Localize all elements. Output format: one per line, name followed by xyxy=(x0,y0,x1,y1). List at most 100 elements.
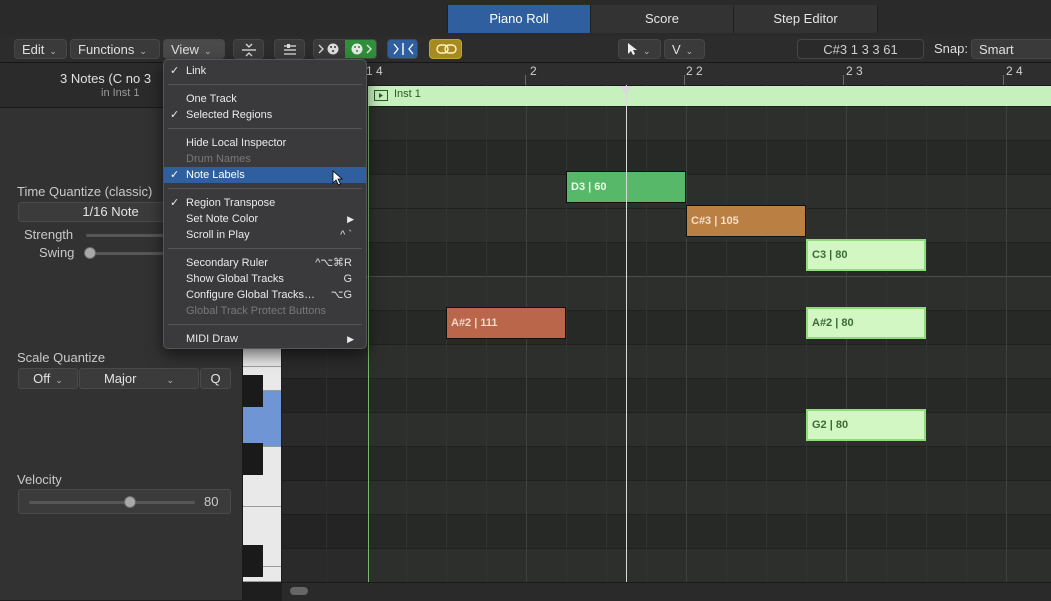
menu-item-link[interactable]: ✓ Link xyxy=(164,63,366,79)
functions-menu-button[interactable]: Functions ⌄ xyxy=(70,39,160,59)
note-a-sharp-2-111[interactable]: A#2 | 111 xyxy=(446,307,566,339)
local-inspector-button[interactable] xyxy=(274,39,305,59)
menu-shortcut: ^⌥⌘R xyxy=(315,257,352,269)
submenu-arrow-icon: ▶ xyxy=(347,214,354,224)
menu-item-selected-regions[interactable]: ✓ Selected Regions xyxy=(164,107,366,123)
bar-ruler[interactable]: 1 4 2 2 2 2 3 2 4 xyxy=(282,63,1051,86)
snap-select[interactable]: Smart xyxy=(971,39,1051,59)
scrollbar-thumb[interactable] xyxy=(290,587,308,595)
menu-item-scroll-in-play[interactable]: Scroll in Play ^ ` xyxy=(164,227,366,243)
right-click-tool-button[interactable]: V ⌄ xyxy=(664,39,705,59)
black-key[interactable] xyxy=(243,375,263,407)
time-quantize-label: Time Quantize (classic) xyxy=(17,184,153,199)
menu-item-drum-names: Drum Names xyxy=(164,151,366,167)
collapse-button[interactable] xyxy=(233,39,264,59)
menu-item-global-track-protect-buttons: Global Track Protect Buttons xyxy=(164,303,366,319)
strength-slider[interactable] xyxy=(86,234,166,237)
midi-in-icon xyxy=(314,40,345,58)
view-menu-button[interactable]: View ⌄ xyxy=(163,39,225,59)
menu-item-secondary-ruler[interactable]: Secondary Ruler ^⌥⌘R xyxy=(164,255,366,271)
chevron-down-icon: ⌄ xyxy=(166,375,175,385)
snap-label: Snap: xyxy=(934,41,968,56)
swing-slider[interactable] xyxy=(86,252,166,255)
tab-score[interactable]: Score xyxy=(590,5,734,33)
menu-item-label: Selected Regions xyxy=(186,109,273,121)
left-click-tool-button[interactable]: ⌄ xyxy=(618,39,661,59)
link-icon xyxy=(436,44,457,54)
playhead[interactable] xyxy=(626,85,627,582)
midi-region-body[interactable] xyxy=(368,106,1051,582)
menu-separator xyxy=(168,248,362,249)
selection-title: 3 Notes (C no 3 xyxy=(60,71,152,86)
menu-separator xyxy=(168,188,362,189)
strength-label: Strength xyxy=(24,227,74,242)
scale-quantize-off-select[interactable]: Off ⌄ xyxy=(18,368,78,389)
checkmark-icon: ✓ xyxy=(170,197,180,209)
black-key[interactable] xyxy=(243,443,263,475)
menu-item-label: Global Track Protect Buttons xyxy=(186,305,327,317)
chevron-down-icon: ⌄ xyxy=(49,46,57,56)
menu-item-region-transpose[interactable]: ✓ Region Transpose xyxy=(164,195,366,211)
scale-quantize-q-button[interactable]: Q xyxy=(200,368,231,389)
ruler-tick xyxy=(843,75,844,85)
menu-item-configure-global-tracks[interactable]: Configure Global Tracks… ⌥G xyxy=(164,287,366,303)
velocity-label: Velocity xyxy=(17,472,62,487)
catch-playhead-icon xyxy=(393,43,414,55)
menu-shortcut: ^ ` xyxy=(340,229,352,241)
menu-item-label: Scroll in Play xyxy=(186,229,250,241)
ruler-label: 2 2 xyxy=(686,64,703,78)
midi-region-header[interactable]: Inst 1 xyxy=(368,86,1051,106)
note-c3[interactable]: C3 | 80 xyxy=(806,239,926,271)
tab-step-editor[interactable]: Step Editor xyxy=(733,5,878,33)
piano-roll-grid[interactable]: 1 4 2 2 2 2 3 2 4 Inst 1 D3 | 60 C#3 | 1… xyxy=(282,63,1051,582)
menu-item-show-global-tracks[interactable]: Show Global Tracks G xyxy=(164,271,366,287)
menu-item-midi-draw[interactable]: MIDI Draw ▶ xyxy=(164,331,366,347)
edit-menu-label: Edit xyxy=(22,42,45,57)
velocity-slider-knob[interactable] xyxy=(124,496,136,508)
menu-shortcut: ⌥G xyxy=(330,289,352,301)
selection-subtitle: in Inst 1 xyxy=(101,87,140,99)
horizontal-scrollbar[interactable] xyxy=(282,582,1051,601)
scale-select[interactable]: Major ⌄ xyxy=(79,368,199,389)
velocity-slider[interactable] xyxy=(29,501,195,504)
chevron-down-icon: ⌄ xyxy=(139,46,147,56)
swing-slider-knob[interactable] xyxy=(84,247,96,259)
ruler-tick xyxy=(684,75,685,85)
ruler-tick xyxy=(525,75,526,85)
checkmark-icon: ✓ xyxy=(170,109,180,121)
menu-item-label: MIDI Draw xyxy=(186,333,238,345)
menu-item-label: Configure Global Tracks… xyxy=(186,289,315,301)
region-play-icon xyxy=(374,90,388,101)
view-menu: ✓ Link One Track ✓ Selected Regions Hide L… xyxy=(163,59,367,349)
tab-piano-roll[interactable]: Piano Roll xyxy=(447,5,591,33)
ruler-label: 2 4 xyxy=(1006,64,1023,78)
link-button[interactable] xyxy=(429,39,462,59)
chevron-down-icon: ⌄ xyxy=(55,375,63,385)
scale-quantize-label: Scale Quantize xyxy=(17,350,106,365)
black-key[interactable] xyxy=(243,545,263,577)
menu-item-hide-local-inspector[interactable]: Hide Local Inspector xyxy=(164,135,366,151)
submenu-arrow-icon: ▶ xyxy=(347,334,354,344)
menu-item-one-track[interactable]: One Track xyxy=(164,91,366,107)
checkmark-icon: ✓ xyxy=(170,169,180,181)
edit-menu-button[interactable]: Edit ⌄ xyxy=(14,39,67,59)
playhead-handle[interactable] xyxy=(620,86,632,95)
midi-in-out-button[interactable] xyxy=(313,39,377,59)
mouse-cursor-icon xyxy=(332,170,344,186)
editor-tab-bar: Piano Roll Score Step Editor xyxy=(0,0,1051,37)
position-readout: C#3 1 3 3 61 xyxy=(797,39,924,59)
ruler-label: 2 xyxy=(530,64,537,78)
note-a-sharp-2-80[interactable]: A#2 | 80 xyxy=(806,307,926,339)
note-g2[interactable]: G2 | 80 xyxy=(806,409,926,441)
checkmark-icon: ✓ xyxy=(170,65,180,77)
pointer-tool-icon xyxy=(628,43,637,55)
menu-item-set-note-color[interactable]: Set Note Color ▶ xyxy=(164,211,366,227)
menu-item-label: Hide Local Inspector xyxy=(186,137,287,149)
catch-playhead-button[interactable] xyxy=(387,39,418,59)
note-c-sharp-3[interactable]: C#3 | 105 xyxy=(686,205,806,237)
piano-roll-toolbar: Edit ⌄ Functions ⌄ View ⌄ ⌄ V ⌄ C#3 1 3 3 61… xyxy=(0,36,1051,63)
swing-label: Swing xyxy=(39,245,75,260)
menu-item-note-labels[interactable]: ✓ Note Labels xyxy=(164,167,366,186)
functions-menu-label: Functions xyxy=(78,42,135,57)
scale-value: Major xyxy=(103,371,137,386)
